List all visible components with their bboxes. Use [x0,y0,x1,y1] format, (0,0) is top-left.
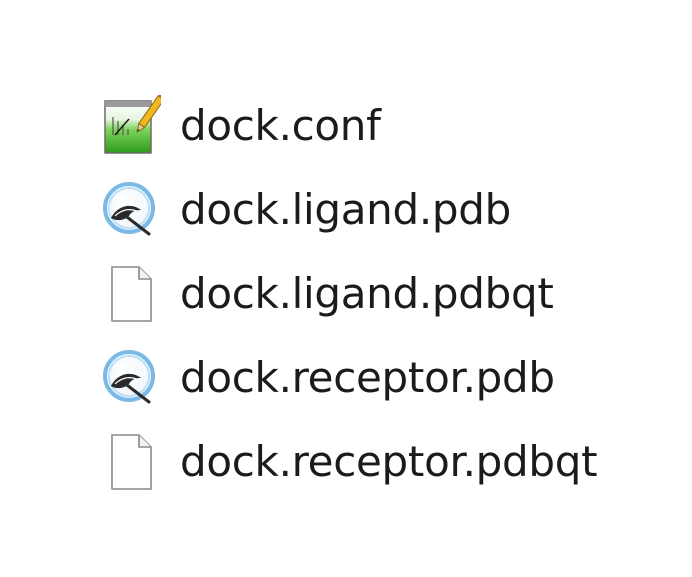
blank-file-icon [100,431,162,493]
file-item-dock-ligand-pdbqt[interactable]: dock.ligand.pdbqt [100,252,660,336]
file-item-dock-receptor-pdb[interactable]: dock.receptor.pdb [100,336,660,420]
file-list: dock.conf dock.ligand.pdb dock.ligand.pd… [100,84,660,504]
file-name: dock.receptor.pdbqt [180,437,598,486]
file-item-dock-conf[interactable]: dock.conf [100,84,660,168]
viewer-app-icon [100,179,162,241]
file-name: dock.ligand.pdb [180,185,511,234]
blank-file-icon [100,263,162,325]
file-name: dock.receptor.pdb [180,353,555,402]
file-item-dock-ligand-pdb[interactable]: dock.ligand.pdb [100,168,660,252]
file-item-dock-receptor-pdbqt[interactable]: dock.receptor.pdbqt [100,420,660,504]
viewer-app-icon [100,347,162,409]
file-name: dock.conf [180,101,381,150]
file-name: dock.ligand.pdbqt [180,269,554,318]
notepad-icon [100,95,162,157]
